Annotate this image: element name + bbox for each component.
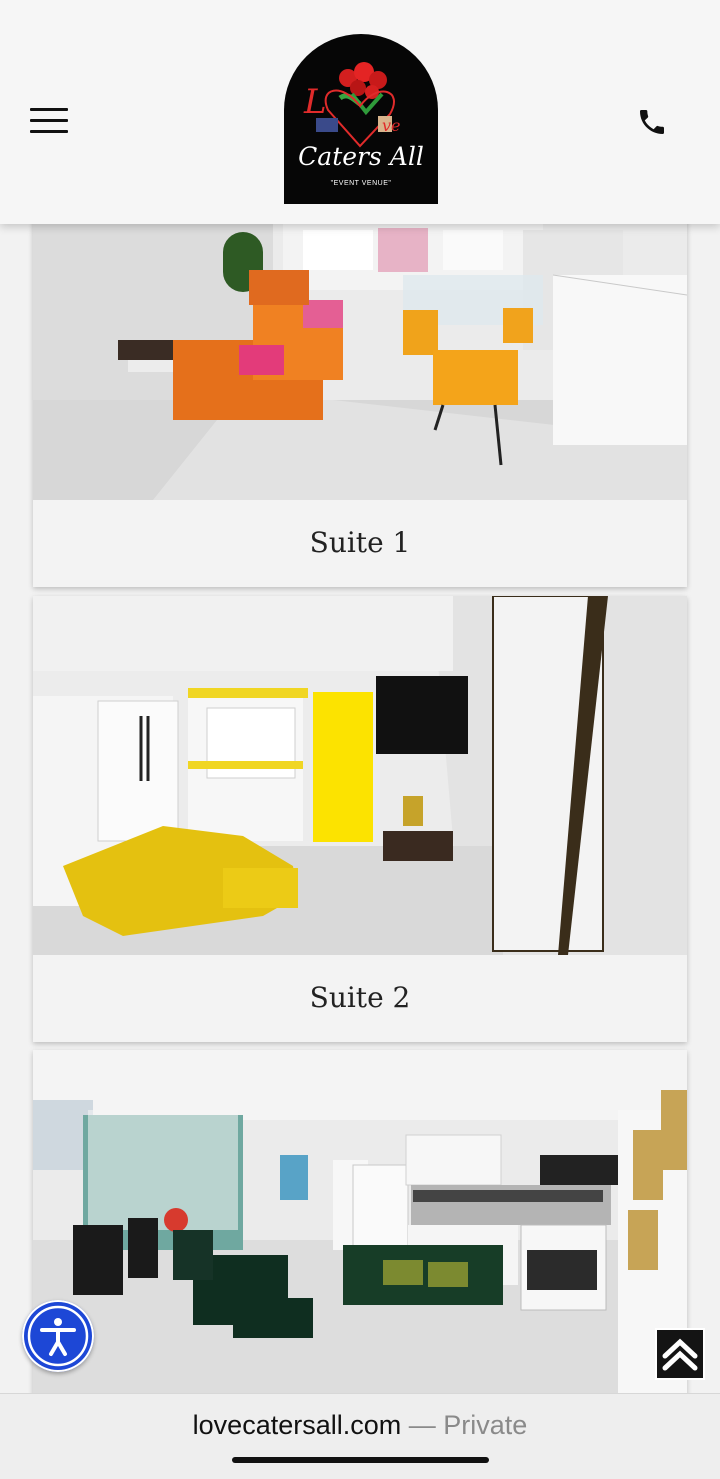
- address-display[interactable]: lovecatersall.com — Private: [0, 1410, 720, 1441]
- menu-line: [30, 130, 68, 133]
- yellow-sofa-room-image: [33, 596, 687, 955]
- logo-love-suffix: ve: [382, 116, 401, 135]
- logo-subtitle: "EVENT VENUE": [330, 180, 392, 187]
- url-domain: lovecatersall.com: [192, 1410, 402, 1440]
- suite-title[interactable]: Suite 2: [33, 981, 687, 1014]
- suite-1-photo[interactable]: [33, 200, 687, 500]
- browser-address-bar[interactable]: lovecatersall.com — Private: [0, 1393, 720, 1479]
- url-separator: —: [408, 1410, 436, 1440]
- suite-2-photo[interactable]: [33, 596, 687, 955]
- suite-3-photo[interactable]: [33, 1050, 687, 1410]
- suite-card[interactable]: Suite 1: [33, 200, 687, 587]
- menu-line: [30, 119, 68, 122]
- menu-button[interactable]: [30, 106, 70, 136]
- suite-card[interactable]: [33, 1050, 687, 1410]
- logo-love-letter: L: [304, 82, 327, 122]
- logo-script-text: Caters All: [298, 142, 424, 171]
- green-sofa-room-image: [33, 1050, 687, 1410]
- accessibility-button[interactable]: [22, 1300, 94, 1372]
- private-mode-label: Private: [443, 1410, 528, 1440]
- chevron-up-icon: [662, 1338, 698, 1371]
- phone-icon: [640, 110, 664, 134]
- hamburger-menu-icon: [30, 108, 68, 111]
- living-room-image: [33, 200, 687, 500]
- accessibility-icon: [27, 1305, 89, 1367]
- site-header: L ve Caters All "EVENT VENUE": [0, 0, 720, 224]
- phone-button[interactable]: [636, 106, 668, 138]
- home-indicator[interactable]: [232, 1457, 489, 1463]
- suite-card[interactable]: Suite 2: [33, 596, 687, 1042]
- scroll-to-top-button[interactable]: [655, 1328, 705, 1380]
- site-logo[interactable]: L ve Caters All "EVENT VENUE": [282, 34, 440, 206]
- suite-title[interactable]: Suite 1: [33, 526, 687, 559]
